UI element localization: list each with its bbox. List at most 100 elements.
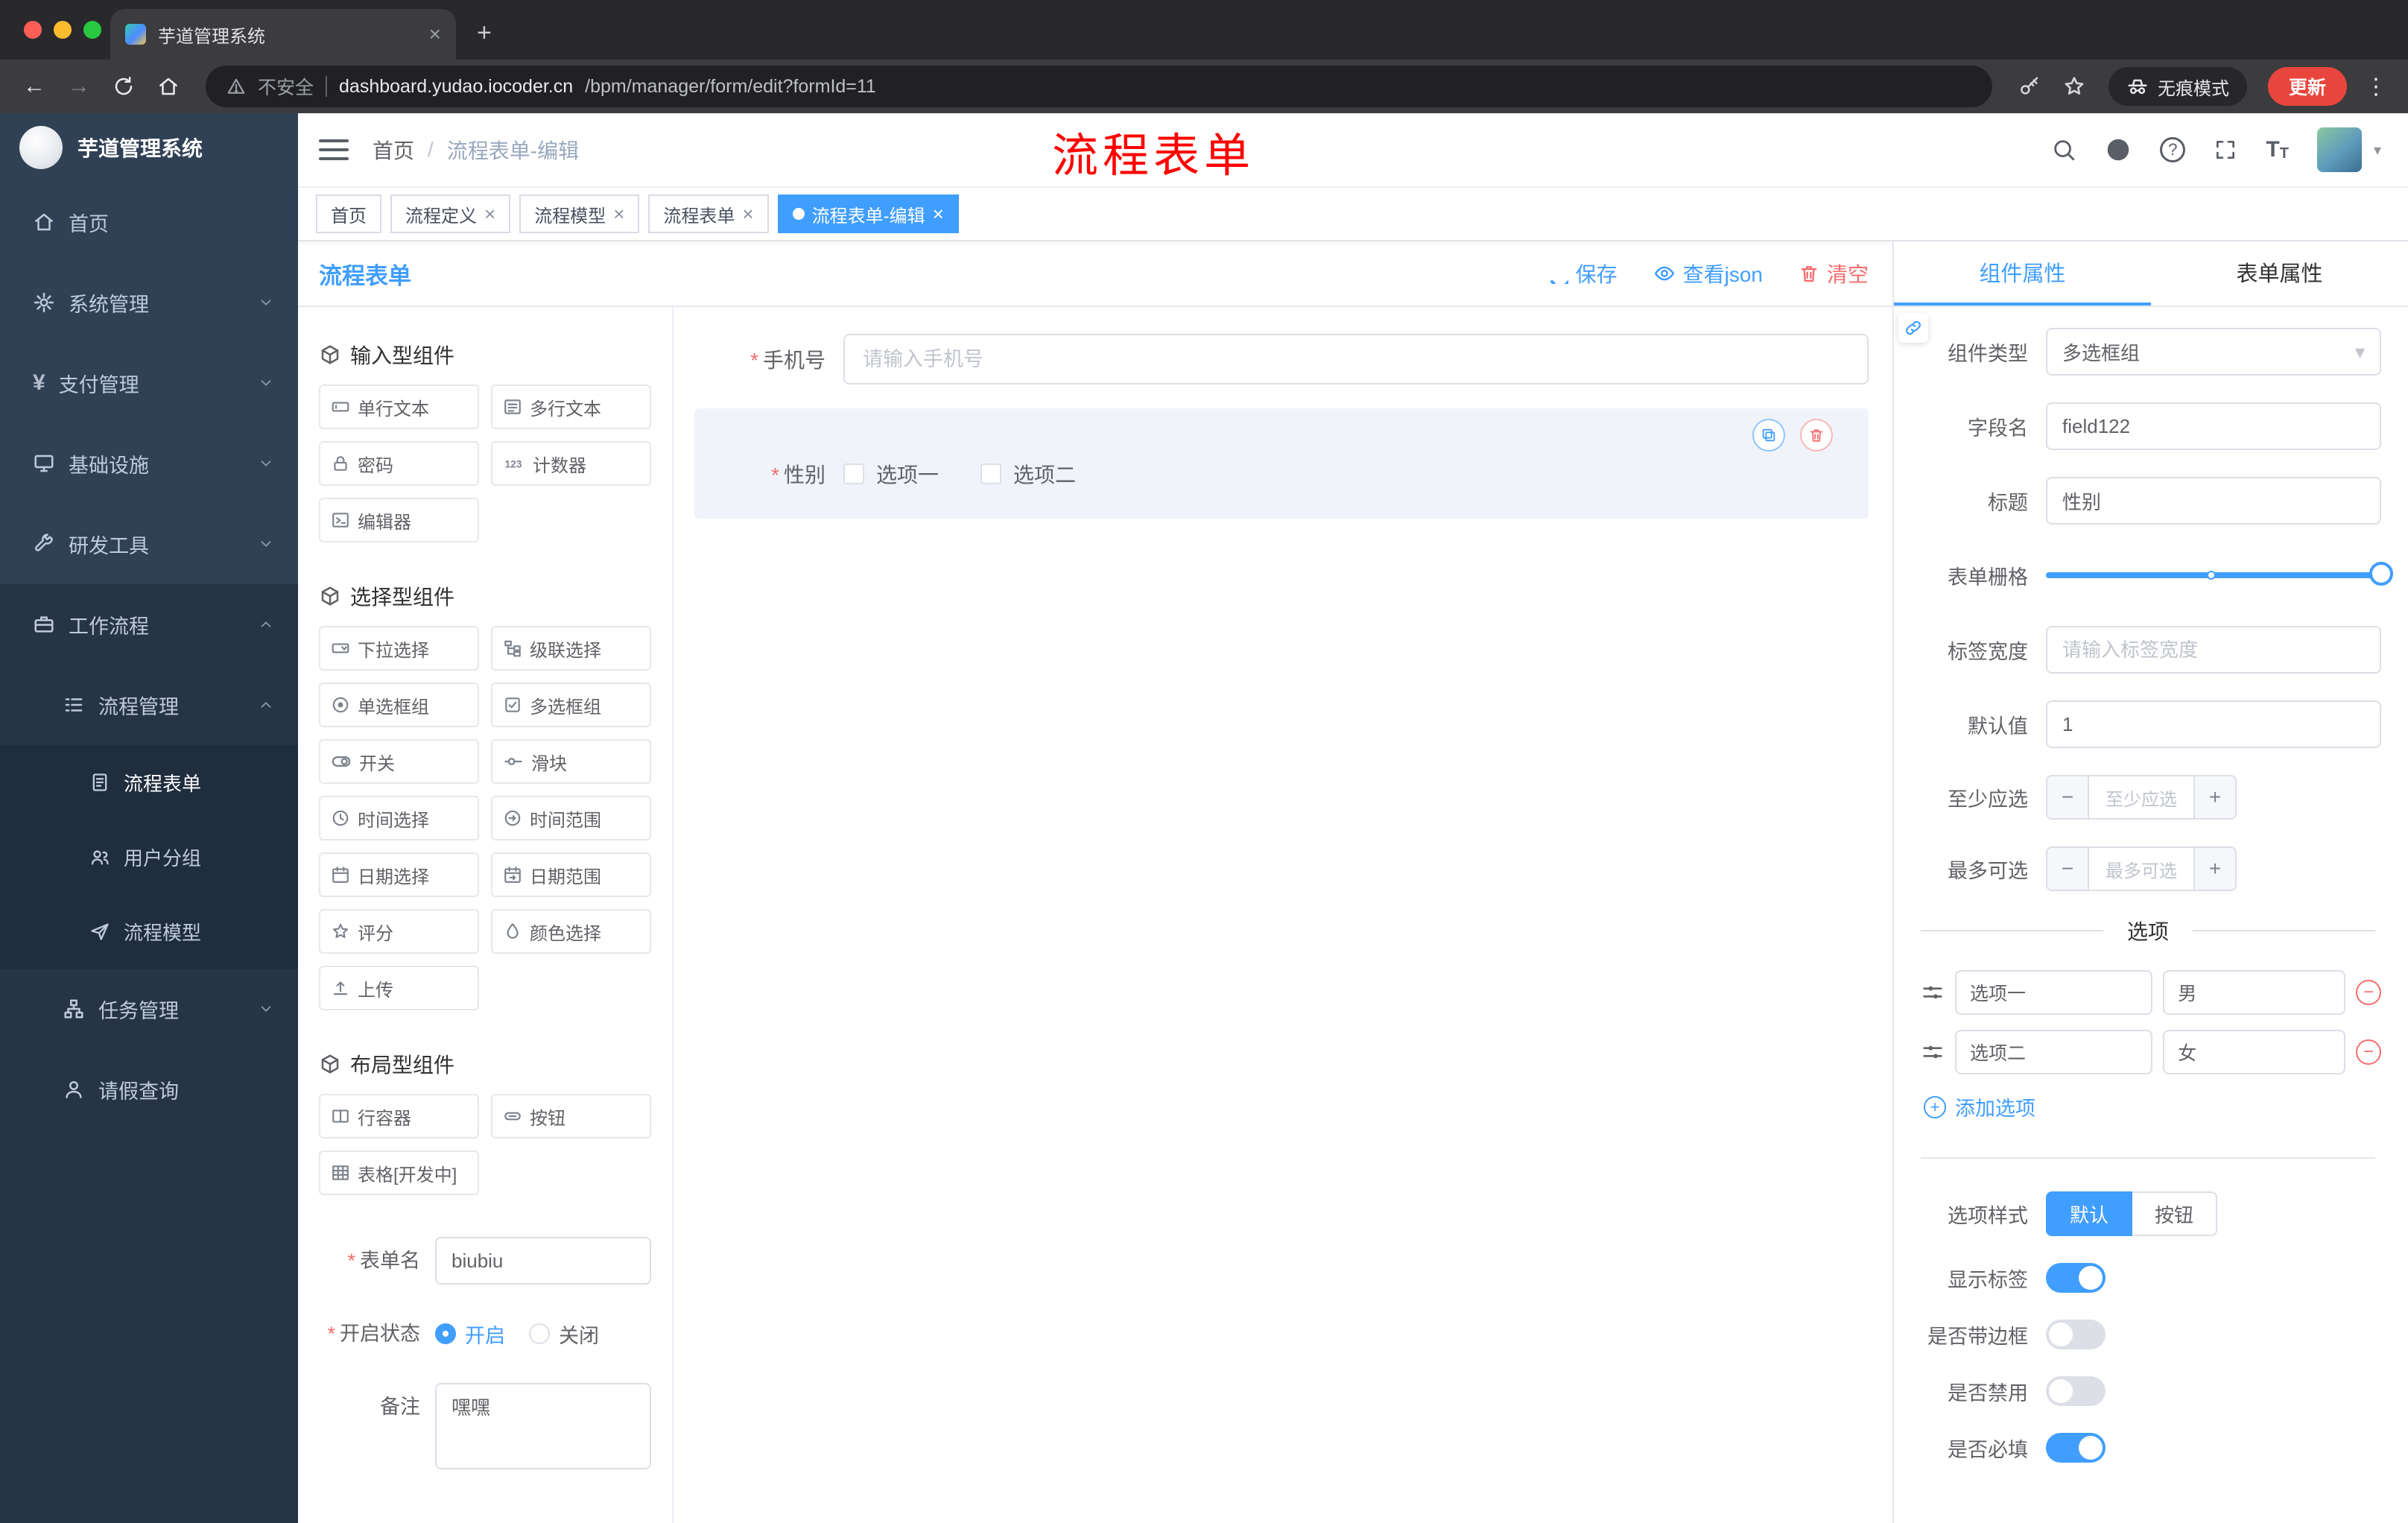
breadcrumb-home[interactable]: 首页 [373, 135, 414, 165]
forward-button[interactable]: → [60, 67, 98, 106]
canvas-field-gender[interactable]: * 性别 选项一 选项二 [694, 408, 1869, 519]
github-icon[interactable] [2105, 136, 2132, 163]
sidebar-item-system[interactable]: 系统管理 [0, 262, 298, 343]
maximize-window-button[interactable] [83, 21, 101, 39]
palette-item-select[interactable]: 下拉选择 [319, 626, 479, 671]
back-button[interactable]: ← [15, 67, 54, 106]
password-key-icon[interactable] [2010, 67, 2049, 106]
close-icon[interactable]: × [742, 204, 753, 224]
palette-item-slider[interactable]: 滑块 [491, 739, 651, 784]
palette-item-rate[interactable]: 评分 [319, 909, 479, 954]
form-remark-textarea[interactable]: 嘿嘿 [435, 1383, 651, 1469]
tag-process-form[interactable]: 流程表单 × [648, 194, 769, 233]
sidebar-item-workflow[interactable]: 工作流程 [0, 584, 298, 665]
option-value-input[interactable] [2163, 970, 2345, 1015]
browser-tab[interactable]: 芋道管理系统 × [110, 9, 456, 60]
help-icon[interactable]: ? [2160, 137, 2186, 162]
max-select-value[interactable]: 最多可选 [2089, 848, 2193, 890]
field-name-input[interactable] [2046, 402, 2381, 450]
required-switch[interactable] [2046, 1433, 2106, 1463]
phone-input[interactable] [843, 334, 1869, 384]
sidebar-item-infrastructure[interactable]: 基础设施 [0, 423, 298, 504]
collapse-menu-icon[interactable] [319, 139, 349, 160]
tag-process-definition[interactable]: 流程定义 × [390, 194, 511, 233]
palette-item-multi-text[interactable]: 多行文本 [491, 384, 651, 429]
sidebar-item-process-management[interactable]: 流程管理 [0, 665, 298, 745]
min-select-value[interactable]: 至少应选 [2089, 776, 2193, 818]
clear-button[interactable]: 清空 [1799, 259, 1869, 288]
address-bar[interactable]: 不安全 dashboard.yudao.iocoder.cn/bpm/manag… [206, 66, 1992, 107]
delete-widget-button[interactable] [1800, 419, 1833, 452]
show-label-switch[interactable] [2046, 1263, 2106, 1293]
avatar-caret-icon[interactable]: ▾ [2374, 141, 2381, 159]
palette-item-color-picker[interactable]: 颜色选择 [491, 909, 651, 954]
palette-item-cascader[interactable]: 级联选择 [491, 626, 651, 671]
default-value-input[interactable] [2046, 700, 2381, 748]
drag-handle-icon[interactable] [1921, 1040, 1945, 1064]
copy-widget-button[interactable] [1752, 419, 1785, 452]
canvas-field-phone[interactable]: * 手机号 [694, 334, 1869, 384]
tag-home[interactable]: 首页 [316, 194, 381, 233]
style-button-button[interactable]: 按钮 [2132, 1191, 2218, 1236]
home-button[interactable] [149, 67, 188, 106]
bookmark-star-icon[interactable] [2055, 67, 2094, 106]
sidebar-item-devtools[interactable]: 研发工具 [0, 504, 298, 584]
palette-item-date-range[interactable]: 日期范围 [491, 852, 651, 897]
close-icon[interactable]: × [484, 204, 495, 224]
palette-item-editor[interactable]: 编辑器 [319, 498, 479, 542]
remove-option-button[interactable]: − [2356, 1039, 2381, 1065]
increase-button[interactable]: + [2193, 776, 2235, 818]
sidebar-item-user-group[interactable]: 用户分组 [0, 820, 298, 894]
gender-checkbox-option2[interactable]: 选项二 [980, 459, 1076, 489]
title-input[interactable] [2046, 477, 2381, 525]
close-window-button[interactable] [24, 21, 42, 39]
border-switch[interactable] [2046, 1320, 2106, 1349]
label-width-input[interactable] [2046, 626, 2381, 674]
sidebar-item-process-model[interactable]: 流程模型 [0, 894, 298, 969]
palette-item-switch[interactable]: 开关 [319, 739, 479, 784]
decrease-button[interactable]: − [2047, 776, 2089, 818]
view-json-button[interactable]: 查看json [1653, 259, 1763, 288]
palette-item-row-container[interactable]: 行容器 [319, 1094, 479, 1139]
palette-item-table[interactable]: 表格[开发中] [319, 1150, 479, 1195]
increase-button[interactable]: + [2193, 848, 2235, 890]
status-radio-off[interactable]: 关闭 [529, 1320, 599, 1349]
tab-form-props[interactable]: 表单属性 [2151, 241, 2408, 305]
save-button[interactable]: 保存 [1540, 259, 1618, 288]
palette-item-upload[interactable]: 上传 [319, 966, 479, 1010]
link-icon[interactable] [1898, 313, 1928, 343]
decrease-button[interactable]: − [2047, 848, 2089, 890]
tab-close-icon[interactable]: × [429, 24, 441, 45]
form-name-input[interactable] [435, 1237, 651, 1285]
sidebar-item-home[interactable]: 首页 [0, 182, 298, 262]
add-option-button[interactable]: + 添加选项 [1909, 1092, 2381, 1121]
tab-component-props[interactable]: 组件属性 [1894, 241, 2151, 305]
search-icon[interactable] [2051, 137, 2076, 162]
remove-option-button[interactable]: − [2356, 980, 2381, 1005]
font-size-icon[interactable]: TT [2266, 137, 2289, 162]
disabled-switch[interactable] [2046, 1376, 2106, 1406]
gender-checkbox-option1[interactable]: 选项一 [843, 459, 939, 489]
update-button[interactable]: 更新 [2267, 67, 2347, 106]
palette-item-checkbox-group[interactable]: 多选框组 [491, 683, 651, 727]
sidebar-item-process-form[interactable]: 流程表单 [0, 745, 298, 820]
sidebar-item-leave-query[interactable]: 请假查询 [0, 1049, 298, 1130]
minimize-window-button[interactable] [54, 21, 72, 39]
palette-item-date-picker[interactable]: 日期选择 [319, 852, 479, 897]
close-icon[interactable]: × [933, 204, 944, 224]
component-type-select[interactable]: 多选框组 ▾ [2046, 328, 2381, 376]
user-avatar[interactable] [2316, 127, 2362, 172]
palette-item-password[interactable]: 密码 [319, 441, 479, 486]
option-label-input[interactable] [1955, 970, 2153, 1015]
palette-item-single-text[interactable]: 单行文本 [319, 384, 479, 429]
form-canvas[interactable]: *手机号 *性别 [674, 307, 1892, 1523]
sidebar-item-payment[interactable]: ¥ 支付管理 [0, 343, 298, 423]
palette-item-counter[interactable]: 计数器 [491, 441, 651, 486]
style-default-button[interactable]: 默认 [2046, 1191, 2133, 1236]
palette-item-radio-group[interactable]: 单选框组 [319, 683, 479, 727]
drag-handle-icon[interactable] [1921, 981, 1945, 1004]
tag-process-model[interactable]: 流程模型 × [519, 194, 640, 233]
grid-slider[interactable] [2046, 551, 2393, 599]
palette-item-time-range[interactable]: 时间范围 [491, 796, 651, 840]
reload-button[interactable] [104, 67, 143, 106]
